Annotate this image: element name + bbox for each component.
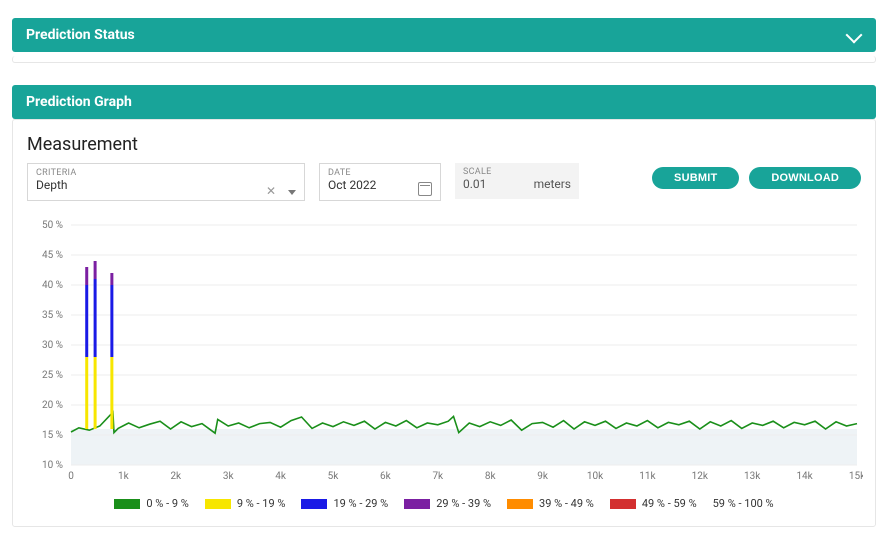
svg-text:7k: 7k xyxy=(432,471,444,482)
controls-row: CRITERIA Depth ✕ DATE Oct 2022 SCALE 0.0… xyxy=(27,163,861,201)
svg-text:35 %: 35 % xyxy=(42,310,63,321)
scale-label: SCALE xyxy=(455,163,579,177)
svg-text:4k: 4k xyxy=(275,471,287,482)
svg-text:9k: 9k xyxy=(537,471,549,482)
date-picker[interactable]: DATE Oct 2022 xyxy=(319,163,441,201)
legend-label: 49 % - 59 % xyxy=(642,497,697,510)
svg-text:15k: 15k xyxy=(849,471,863,482)
svg-text:40 %: 40 % xyxy=(42,280,63,291)
legend-swatch xyxy=(205,499,231,509)
prediction-status-body xyxy=(12,56,876,63)
prediction-graph-header[interactable]: Prediction Graph xyxy=(12,85,876,119)
svg-text:5k: 5k xyxy=(328,471,340,482)
legend-label: 59 % - 100 % xyxy=(713,497,774,510)
svg-text:10k: 10k xyxy=(587,471,604,482)
svg-text:11k: 11k xyxy=(639,471,656,482)
prediction-graph-body: Measurement CRITERIA Depth ✕ DATE Oct 20… xyxy=(12,119,876,527)
chevron-down-icon[interactable] xyxy=(288,190,296,195)
legend-item: 59 % - 100 % xyxy=(713,497,774,510)
svg-text:50 %: 50 % xyxy=(42,220,63,231)
chart: 10 % 15 % 20 % 25 % 30 % 35 % 40 % 45 % 50 % 0 1k 2… xyxy=(27,219,861,487)
submit-button[interactable]: SUBMIT xyxy=(652,167,739,189)
legend-item: 39 % - 49 % xyxy=(507,497,594,510)
prediction-status-title: Prediction Status xyxy=(26,27,135,43)
criteria-select[interactable]: CRITERIA Depth ✕ xyxy=(27,163,305,201)
legend: 0 % - 9 % 9 % - 19 % 19 % - 29 % 29 % - 39 … xyxy=(27,497,861,510)
svg-text:15 %: 15 % xyxy=(42,430,63,441)
legend-item: 0 % - 9 % xyxy=(114,497,188,510)
legend-swatch xyxy=(404,499,430,509)
download-button[interactable]: DOWNLOAD xyxy=(749,167,861,189)
chevron-down-icon xyxy=(846,27,863,44)
scale-value: 0.01 xyxy=(463,177,486,191)
svg-text:45 %: 45 % xyxy=(42,250,63,261)
svg-text:10 %: 10 % xyxy=(42,460,63,471)
legend-label: 9 % - 19 % xyxy=(237,497,286,510)
legend-item: 29 % - 39 % xyxy=(404,497,491,510)
criteria-value: Depth xyxy=(28,178,76,200)
date-value: Oct 2022 xyxy=(320,178,376,200)
legend-label: 0 % - 9 % xyxy=(146,497,188,510)
legend-swatch xyxy=(301,499,327,509)
svg-text:13k: 13k xyxy=(744,471,761,482)
svg-text:30 %: 30 % xyxy=(42,340,63,351)
legend-label: 39 % - 49 % xyxy=(539,497,594,510)
calendar-icon[interactable] xyxy=(418,182,432,196)
legend-item: 19 % - 29 % xyxy=(301,497,388,510)
svg-text:25 %: 25 % xyxy=(42,370,63,381)
legend-item: 9 % - 19 % xyxy=(205,497,286,510)
legend-swatch xyxy=(507,499,533,509)
chart-svg: 10 % 15 % 20 % 25 % 30 % 35 % 40 % 45 % 50 % 0 1k 2… xyxy=(27,219,863,487)
date-label: DATE xyxy=(320,164,440,178)
svg-text:2k: 2k xyxy=(170,471,182,482)
scale-display: SCALE 0.01 meters xyxy=(455,163,579,199)
svg-text:20 %: 20 % xyxy=(42,400,63,411)
legend-label: 29 % - 39 % xyxy=(436,497,491,510)
svg-text:0: 0 xyxy=(68,471,74,482)
legend-swatch xyxy=(610,499,636,509)
clear-icon[interactable]: ✕ xyxy=(266,184,276,198)
legend-label: 19 % - 29 % xyxy=(333,497,388,510)
prediction-status-header[interactable]: Prediction Status xyxy=(12,18,876,52)
svg-text:8k: 8k xyxy=(485,471,497,482)
measurement-title: Measurement xyxy=(27,134,861,155)
svg-text:12k: 12k xyxy=(692,471,709,482)
prediction-graph-title: Prediction Graph xyxy=(26,94,132,110)
criteria-label: CRITERIA xyxy=(28,164,304,178)
svg-text:1k: 1k xyxy=(118,471,130,482)
svg-text:3k: 3k xyxy=(223,471,235,482)
scale-unit: meters xyxy=(534,177,571,191)
legend-item: 49 % - 59 % xyxy=(610,497,697,510)
legend-swatch xyxy=(114,499,140,509)
svg-text:14k: 14k xyxy=(796,471,813,482)
svg-text:6k: 6k xyxy=(380,471,392,482)
